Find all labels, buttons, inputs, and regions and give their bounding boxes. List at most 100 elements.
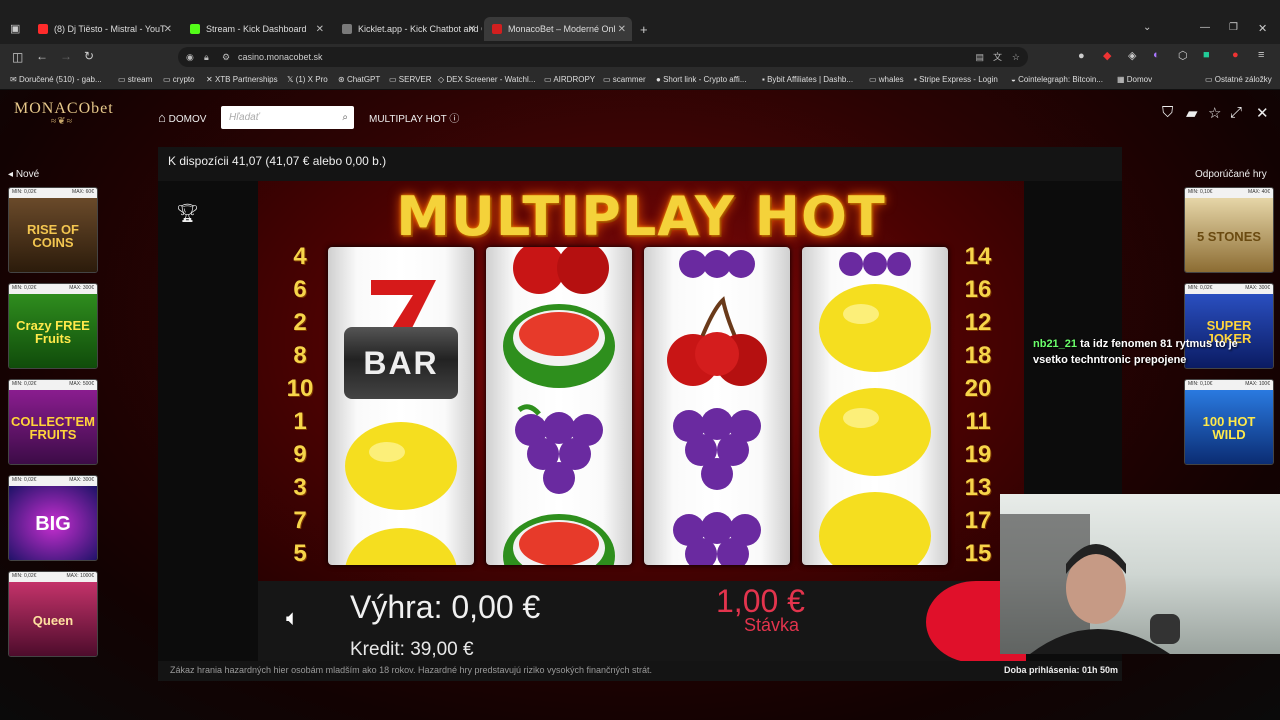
lemon-symbol — [328, 509, 474, 565]
close-icon[interactable]: ✕ — [316, 24, 324, 35]
bookmark-folder[interactable]: ▭ scammer — [603, 75, 646, 84]
payline-number[interactable]: 6 — [280, 273, 320, 306]
payline-number[interactable]: 18 — [958, 339, 998, 372]
payline-number[interactable]: 1 — [280, 405, 320, 438]
restore-icon[interactable]: ❐ — [1229, 22, 1238, 33]
payline-number[interactable]: 8 — [280, 339, 320, 372]
game-thumbnail[interactable]: MIN: 0,02€ MAX: 500€ COLLECT'EM FRUITS — [8, 379, 98, 465]
bookmark-item[interactable]: ▪ Stripe Express - Login — [914, 75, 998, 84]
extension-icon[interactable]: ⬡ — [1178, 49, 1188, 62]
bookmark-item[interactable]: ◒ Cointelegraph: Bitcoin... — [1011, 75, 1103, 84]
game-thumbnail[interactable]: MIN: 0,10€ MAX: 40€ 5 STONES — [1184, 187, 1274, 273]
payline-number[interactable]: 15 — [958, 537, 998, 570]
shield-icon[interactable]: ⛉ — [1162, 104, 1173, 121]
cherry-symbol — [644, 287, 790, 393]
bookmark-folder[interactable]: ▭ whales — [869, 75, 904, 84]
bookmark-item[interactable]: ✉ Doručené (510) - gab... — [10, 75, 102, 84]
payline-number[interactable]: 2 — [280, 306, 320, 339]
payline-number[interactable]: 20 — [958, 372, 998, 405]
forward-arrow-icon[interactable]: → — [60, 49, 72, 63]
close-icon[interactable]: ✕ — [164, 24, 172, 35]
extension-icon[interactable]: ■ — [1203, 49, 1210, 61]
reader-icon[interactable]: ▤ — [975, 47, 984, 67]
game-thumbnail[interactable]: MIN: 0,02€ MAX: 300€ Crazy FREE Fruits — [8, 283, 98, 369]
payline-number[interactable]: 7 — [280, 504, 320, 537]
window-close-icon[interactable]: ✕ — [1258, 22, 1267, 35]
watermelon-symbol — [486, 291, 632, 397]
bookmark-item[interactable]: ● Short link - Crypto affi... — [656, 75, 747, 84]
payline-number[interactable]: 5 — [280, 537, 320, 570]
bookmark-item[interactable]: ▦ Domov — [1117, 75, 1152, 84]
home-button[interactable]: ⌂ DOMOV — [158, 110, 206, 125]
extension-icon[interactable]: ◆ — [1103, 49, 1111, 62]
wallet-icon[interactable]: ▰ — [1186, 104, 1198, 122]
site-logo[interactable]: MONACObet ≈❦≈ — [14, 100, 113, 136]
game-art: 5 STONES — [1185, 198, 1273, 272]
stake-range: MIN: 0,10€ MAX: 40€ — [1185, 188, 1273, 198]
url-field[interactable]: ◉ 🔒︎ ⚙ casino.monacobet.sk ▤ 文 ☆ — [178, 47, 1028, 67]
search-input[interactable]: Hľadať ⌕ — [221, 106, 354, 129]
menu-icon[interactable]: ≡ — [1258, 49, 1264, 61]
payline-number[interactable]: 19 — [958, 438, 998, 471]
payline-number[interactable]: 11 — [958, 405, 998, 438]
bookmark-item[interactable]: ▪ Bybit Affiliates | Dashb... — [762, 75, 853, 84]
payline-number[interactable]: 4 — [280, 240, 320, 273]
extension-icon[interactable]: ● — [1078, 50, 1085, 62]
payline-number[interactable]: 12 — [958, 306, 998, 339]
profile-icon[interactable]: ● — [1232, 49, 1239, 61]
close-icon[interactable]: ✕ — [468, 24, 476, 35]
close-icon[interactable]: ✕ — [1256, 104, 1269, 122]
game-art: BIG — [9, 486, 97, 560]
sidebar-icon[interactable]: ◫ — [12, 50, 23, 64]
payline-number[interactable]: 3 — [280, 471, 320, 504]
payline-number[interactable]: 10 — [280, 372, 320, 405]
chevron-down-icon[interactable]: ⌄ — [1143, 22, 1151, 33]
search-icon[interactable]: ⌕ — [342, 106, 348, 129]
game-thumbnail[interactable]: MIN: 0,02€ MAX: 300€ BIG — [8, 475, 98, 561]
bookmark-folder[interactable]: ▭ AIRDROPY — [544, 75, 595, 84]
bar-symbol: BAR — [328, 310, 474, 416]
bookmark-item[interactable]: 𝕏 (1) X Pro — [287, 75, 328, 84]
youtube-icon — [38, 24, 48, 34]
new-games-heading[interactable]: ◂ Nové — [8, 169, 39, 180]
extension-icon[interactable]: ◐ — [1153, 49, 1160, 61]
bookmark-item[interactable]: ✕ XTB Partnerships — [206, 75, 278, 84]
game-thumbnail[interactable]: MIN: 0,10€ MAX: 100€ 100 HOT WILD — [1184, 379, 1274, 465]
new-tab-icon[interactable]: + — [640, 22, 648, 37]
tab-list-icon[interactable]: ▣ — [10, 22, 20, 35]
browser-tab-monacobet[interactable]: MonacoBet – Moderné Onl ✕ — [484, 17, 632, 41]
bookmark-folder[interactable]: ▭ stream — [118, 75, 152, 84]
translate-icon[interactable]: 文 — [993, 47, 1002, 67]
close-icon[interactable]: ✕ — [618, 24, 626, 35]
game-thumbnail[interactable]: MIN: 0,02€ MAX: 60€ RISE OF COINS — [8, 187, 98, 273]
browser-tab-youtube[interactable]: (8) Dj Tiësto - Mistral - YouT ✕ — [30, 17, 178, 41]
reload-icon[interactable]: ↻ — [84, 49, 94, 63]
payline-number[interactable]: 14 — [958, 240, 998, 273]
browser-tab-kicklet[interactable]: Kicklet.app - Kick Chatbot and C ✕ — [334, 17, 482, 41]
bookmark-folder[interactable]: ▭ SERVER — [389, 75, 432, 84]
bookmark-item[interactable]: ◇ DEX Screener - Watchl... — [438, 75, 535, 84]
other-bookmarks[interactable]: ▭ Ostatné záložky — [1205, 75, 1272, 84]
game-art: Queen — [9, 582, 97, 656]
minimize-icon[interactable]: — — [1200, 22, 1210, 33]
back-arrow-icon[interactable]: ← — [36, 49, 48, 63]
browser-tab-kick[interactable]: Stream - Kick Dashboard ✕ — [182, 17, 330, 41]
game-thumbnail[interactable]: MIN: 0,02€ MAX: 1000€ Queen — [8, 571, 98, 657]
payline-number[interactable]: 13 — [958, 471, 998, 504]
site-settings-icon[interactable]: ⚙ — [222, 47, 230, 67]
payline-number[interactable]: 9 — [280, 438, 320, 471]
info-icon[interactable]: ⓘ — [449, 114, 459, 125]
extension-icon[interactable]: ◈ — [1128, 49, 1136, 62]
trophy-icon[interactable]: 🏆︎ — [176, 203, 199, 224]
payline-number[interactable]: 16 — [958, 273, 998, 306]
bookmark-item[interactable]: ⊛ ChatGPT — [338, 75, 380, 84]
game-logo: MULTIPLAY HOT — [396, 185, 886, 248]
speaker-icon[interactable]: 🔈︎ — [286, 605, 299, 631]
star-icon[interactable]: ☆ — [1012, 47, 1020, 67]
bookmark-folder[interactable]: ▭ crypto — [163, 75, 195, 84]
stake-label: Stávka — [744, 615, 800, 635]
fullscreen-icon[interactable]: ⤢ — [1230, 104, 1242, 121]
star-icon[interactable]: ☆ — [1208, 104, 1221, 122]
payline-number[interactable]: 17 — [958, 504, 998, 537]
lemon-symbol — [802, 379, 948, 485]
